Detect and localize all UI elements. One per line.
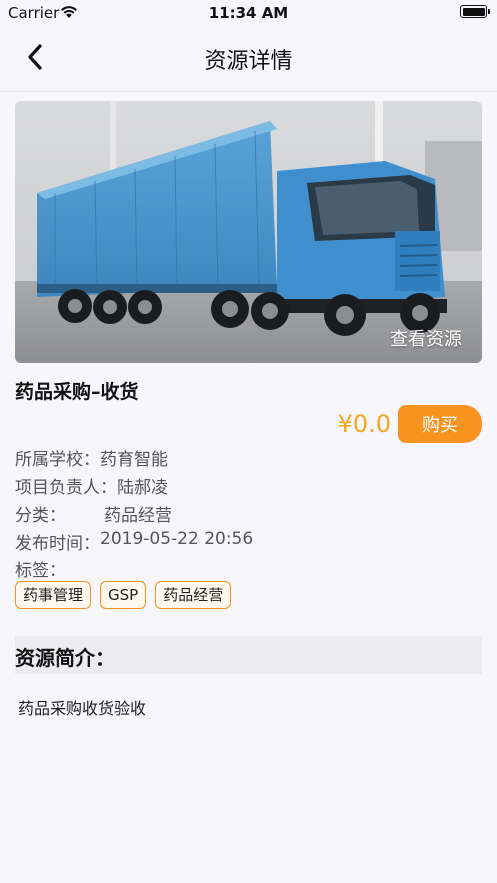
info-leader-row: 项目负责人： 陆郝凌	[15, 473, 168, 498]
battery-icon	[460, 5, 490, 18]
info-label: 标签：	[15, 561, 66, 581]
resource-title: 药品采购–收货	[15, 381, 139, 403]
info-tags-row: 标签：	[15, 556, 104, 581]
intro-text: 药品采购收货验收	[18, 699, 147, 718]
tag[interactable]: 药事管理	[15, 581, 92, 609]
info-value: 药育智能	[100, 450, 168, 470]
status-bar: Carrier 11:34 AM	[0, 0, 497, 26]
info-value: 药品经营	[104, 506, 172, 526]
info-value: 陆郝凌	[117, 478, 168, 498]
intro-section-header: 资源简介：	[15, 636, 482, 674]
tag[interactable]: 药品经营	[155, 581, 232, 609]
info-publish-time-row: 发布时间： 2019-05-22 20:56	[15, 529, 253, 554]
tag-list: 药事管理 GSP 药品经营	[15, 581, 232, 609]
view-resource-label[interactable]: 查看资源	[390, 325, 462, 351]
info-label: 发布时间：	[15, 534, 100, 554]
truck-image	[15, 101, 482, 363]
info-value: 2019-05-22 20:56	[100, 529, 254, 549]
navigation-bar: 资源详情	[0, 26, 497, 92]
info-label: 分类：	[15, 506, 66, 526]
info-school-row: 所属学校： 药育智能	[15, 445, 168, 470]
info-label: 所属学校：	[15, 450, 100, 470]
info-category-row: 分类： 药品经营	[15, 501, 172, 526]
intro-heading: 资源简介：	[15, 646, 115, 670]
page-title: 资源详情	[204, 49, 293, 74]
clock: 11:34 AM	[208, 4, 289, 22]
price-label: ¥0.0	[337, 410, 391, 438]
buy-button[interactable]: 购买	[398, 405, 482, 443]
resource-cover-image[interactable]: 查看资源	[15, 101, 482, 363]
tag[interactable]: GSP	[100, 581, 147, 609]
info-label: 项目负责人：	[15, 478, 117, 498]
